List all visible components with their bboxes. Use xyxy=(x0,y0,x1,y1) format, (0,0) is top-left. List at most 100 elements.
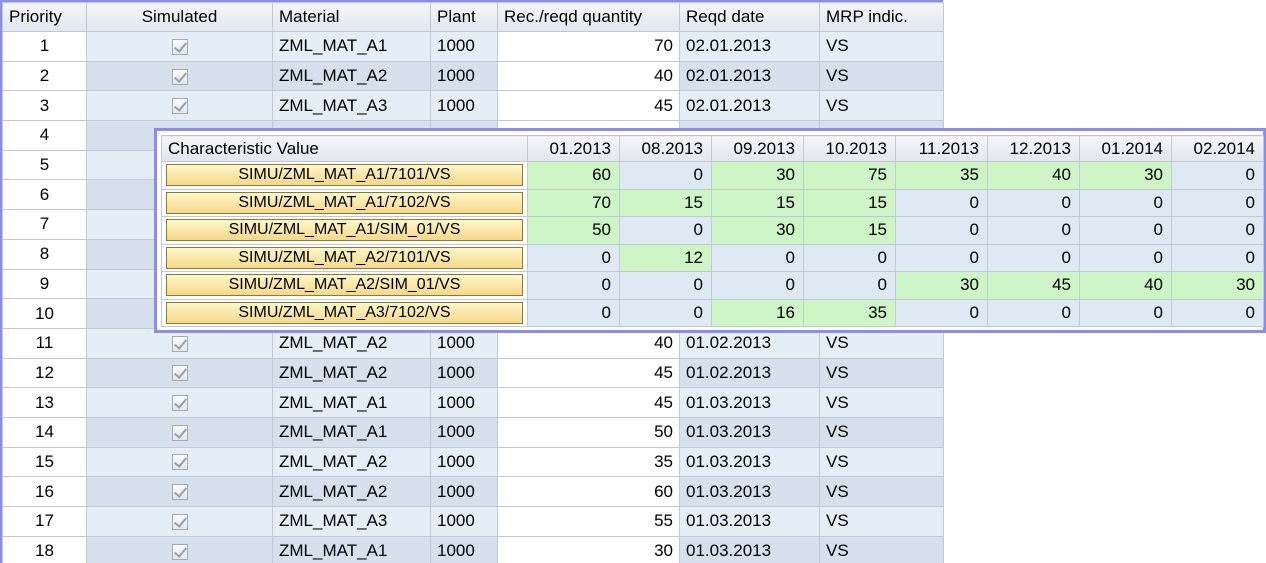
plant-cell: 1000 xyxy=(430,90,498,122)
col-header-period[interactable]: 11.2013 xyxy=(895,135,988,162)
priority-cell: 13 xyxy=(2,387,87,418)
characteristic-row: SIMU/ZML_MAT_A2/SIM_01/VS 0 0 0 0 30 45 40 30 xyxy=(161,271,1264,300)
period-quantity-cell: 30 xyxy=(895,271,988,300)
material-cell: ZML_MAT_A1 xyxy=(272,31,431,62)
col-header-priority[interactable]: Priority xyxy=(2,2,87,32)
period-quantity-cell: 0 xyxy=(987,298,1080,327)
quantity-cell: 70 xyxy=(497,31,680,62)
col-header-quantity[interactable]: Rec./reqd quantity xyxy=(497,2,680,32)
priority-cell: 17 xyxy=(2,506,87,537)
period-quantity-cell: 0 xyxy=(1079,298,1172,327)
simulated-checkbox[interactable] xyxy=(171,395,188,412)
priority-cell: 11 xyxy=(2,327,87,359)
col-header-period[interactable]: 12.2013 xyxy=(987,135,1080,162)
quantity-cell: 30 xyxy=(497,535,680,563)
material-cell: ZML_MAT_A2 xyxy=(272,357,431,389)
simulated-checkbox[interactable] xyxy=(171,68,188,85)
period-quantity-cell: 50 xyxy=(527,216,620,245)
period-quantity-cell: 0 xyxy=(895,216,988,245)
plant-cell: 1000 xyxy=(430,506,498,537)
col-header-material[interactable]: Material xyxy=(272,2,431,32)
quantity-cell: 50 xyxy=(497,416,680,448)
characteristic-label-cell: SIMU/ZML_MAT_A1/SIM_01/VS xyxy=(161,216,528,245)
characteristic-row: SIMU/ZML_MAT_A2/7101/VS 0 12 0 0 0 0 0 0 xyxy=(161,243,1264,272)
period-quantity-cell: 40 xyxy=(987,161,1080,190)
material-cell: ZML_MAT_A1 xyxy=(272,535,431,563)
col-header-period[interactable]: 09.2013 xyxy=(711,135,804,162)
col-header-period[interactable]: 01.2014 xyxy=(1079,135,1172,162)
characteristic-row: SIMU/ZML_MAT_A1/SIM_01/VS 50 0 30 15 0 0 0 0 xyxy=(161,216,1264,245)
simulated-checkbox[interactable] xyxy=(171,484,188,501)
simulated-cell xyxy=(86,31,273,62)
table-row[interactable]: 15 ZML_MAT_A2 1000 35 01.03.2013 VS xyxy=(2,446,944,478)
simulated-checkbox[interactable] xyxy=(171,543,188,560)
period-quantity-cell: 16 xyxy=(711,298,804,327)
plant-cell: 1000 xyxy=(430,535,498,563)
col-header-simulated[interactable]: Simulated xyxy=(86,2,273,32)
table-row[interactable]: 1 ZML_MAT_A1 1000 70 02.01.2013 VS xyxy=(2,31,944,62)
priority-cell: 5 xyxy=(2,149,87,181)
period-quantity-cell: 35 xyxy=(895,161,988,190)
simulated-checkbox[interactable] xyxy=(171,98,188,115)
characteristic-value-button[interactable]: SIMU/ZML_MAT_A3/7102/VS xyxy=(166,301,523,324)
reqd-date-cell: 02.01.2013 xyxy=(679,60,820,92)
simulated-checkbox[interactable] xyxy=(171,38,188,55)
col-header-reqd-date[interactable]: Reqd date xyxy=(679,2,820,32)
simulated-checkbox[interactable] xyxy=(171,424,188,441)
table-row[interactable]: 18 ZML_MAT_A1 1000 30 01.03.2013 VS xyxy=(2,535,944,563)
grid-header-row: Priority Simulated Material Plant Rec./r… xyxy=(2,2,944,32)
priority-cell: 6 xyxy=(2,179,87,211)
characteristic-table: Characteristic Value 01.2013 08.2013 09.20… xyxy=(161,135,1264,327)
period-quantity-cell: 0 xyxy=(1079,216,1172,245)
priority-cell: 3 xyxy=(2,90,87,122)
simulated-checkbox[interactable] xyxy=(171,335,188,352)
period-quantity-cell: 40 xyxy=(1079,271,1172,300)
reqd-date-cell: 01.03.2013 xyxy=(679,387,820,418)
priority-cell: 8 xyxy=(2,238,87,270)
characteristic-value-button[interactable]: SIMU/ZML_MAT_A2/7101/VS xyxy=(166,246,523,269)
period-quantity-cell: 45 xyxy=(987,271,1080,300)
priority-cell: 4 xyxy=(2,120,87,151)
period-quantity-cell: 0 xyxy=(803,271,896,300)
period-quantity-cell: 30 xyxy=(711,216,804,245)
table-row[interactable]: 16 ZML_MAT_A2 1000 60 01.03.2013 VS xyxy=(2,476,944,507)
characteristic-row: SIMU/ZML_MAT_A1/7101/VS 60 0 30 75 35 40 30 0 xyxy=(161,161,1264,190)
col-header-mrp-indic[interactable]: MRP indic. xyxy=(819,2,944,32)
reqd-date-cell: 01.02.2013 xyxy=(679,357,820,389)
period-quantity-cell: 0 xyxy=(987,216,1080,245)
priority-cell: 18 xyxy=(2,535,87,563)
period-quantity-cell: 12 xyxy=(619,243,712,272)
period-quantity-cell: 15 xyxy=(803,216,896,245)
quantity-cell: 40 xyxy=(497,60,680,92)
simulated-cell xyxy=(86,90,273,122)
simulated-checkbox[interactable] xyxy=(171,513,188,530)
period-quantity-cell: 30 xyxy=(1079,161,1172,190)
col-header-characteristic-value[interactable]: Characteristic Value xyxy=(161,135,528,162)
characteristic-value-button[interactable]: SIMU/ZML_MAT_A1/SIM_01/VS xyxy=(166,219,523,242)
mrp-indic-cell: VS xyxy=(819,446,944,478)
reqd-date-cell: 01.03.2013 xyxy=(679,535,820,563)
period-quantity-cell: 0 xyxy=(895,298,988,327)
simulated-checkbox[interactable] xyxy=(171,365,188,382)
period-quantity-cell: 60 xyxy=(527,161,620,190)
table-row[interactable]: 17 ZML_MAT_A3 1000 55 01.03.2013 VS xyxy=(2,506,944,537)
table-row[interactable]: 14 ZML_MAT_A1 1000 50 01.03.2013 VS xyxy=(2,416,944,448)
col-header-period[interactable]: 01.2013 xyxy=(527,135,620,162)
characteristic-value-button[interactable]: SIMU/ZML_MAT_A1/7101/VS xyxy=(166,164,523,187)
table-row[interactable]: 2 ZML_MAT_A2 1000 40 02.01.2013 VS xyxy=(2,60,944,92)
col-header-period[interactable]: 02.2014 xyxy=(1171,135,1264,162)
mrp-indic-cell: VS xyxy=(819,357,944,389)
table-row[interactable]: 12 ZML_MAT_A2 1000 45 01.02.2013 VS xyxy=(2,357,944,389)
period-quantity-cell: 0 xyxy=(895,188,988,217)
table-row[interactable]: 13 ZML_MAT_A1 1000 45 01.03.2013 VS xyxy=(2,387,944,418)
characteristic-value-button[interactable]: SIMU/ZML_MAT_A2/SIM_01/VS xyxy=(166,274,523,297)
simulated-checkbox[interactable] xyxy=(171,454,188,471)
col-header-plant[interactable]: Plant xyxy=(430,2,498,32)
table-row[interactable]: 3 ZML_MAT_A3 1000 45 02.01.2013 VS xyxy=(2,90,944,122)
col-header-period[interactable]: 10.2013 xyxy=(803,135,896,162)
period-quantity-cell: 70 xyxy=(527,188,620,217)
plant-cell: 1000 xyxy=(430,357,498,389)
characteristic-value-button[interactable]: SIMU/ZML_MAT_A1/7102/VS xyxy=(166,191,523,214)
period-quantity-cell: 0 xyxy=(1171,216,1264,245)
col-header-period[interactable]: 08.2013 xyxy=(619,135,712,162)
